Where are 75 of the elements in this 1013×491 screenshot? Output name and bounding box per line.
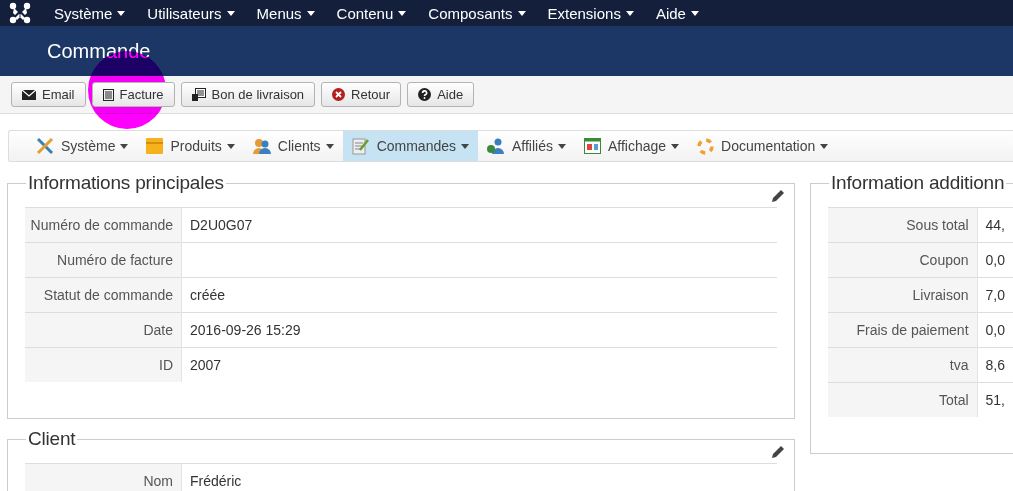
menu-item[interactable]: Utilisateurs	[136, 0, 246, 26]
field-value: 8,6	[985, 357, 1005, 373]
field-label: Numéro de commande	[25, 207, 182, 243]
field-label: Total	[828, 382, 978, 417]
pencil-icon[interactable]	[771, 189, 785, 203]
caret-icon	[325, 143, 334, 149]
field-value: 7,0	[985, 287, 1005, 303]
page-title: Commande	[47, 39, 151, 63]
field-label: Sous total	[828, 207, 978, 243]
panel-title: Information additionn	[830, 172, 1006, 194]
field-value: 0,0	[985, 322, 1005, 338]
submenu-tab[interactable]: Commandes	[342, 131, 478, 161]
panel-title: Client	[27, 428, 77, 450]
caret-icon	[120, 143, 129, 149]
caret-icon	[517, 10, 526, 16]
field-value: 2016-09-26 15:29	[190, 322, 301, 338]
caret-icon	[690, 10, 699, 16]
panel-title: Informations principales	[27, 172, 225, 194]
caret-icon	[306, 10, 315, 16]
envelope-icon	[22, 89, 36, 100]
toolbar-button[interactable]: Bon de livraison	[180, 82, 316, 107]
caret-icon	[671, 143, 680, 149]
field-label: Livraison	[828, 277, 978, 313]
field-label: tva	[828, 347, 978, 383]
field-value: 2007	[190, 357, 222, 373]
caret-icon	[558, 143, 566, 149]
logo-icon[interactable]	[9, 2, 31, 24]
field-label: Statut de commande	[25, 277, 182, 313]
users-icon	[252, 138, 271, 154]
field-label: Frais de paiement	[828, 312, 978, 348]
caret-icon	[117, 10, 126, 16]
pencil-icon[interactable]	[771, 445, 785, 459]
caret-icon	[226, 143, 235, 149]
document-icon	[102, 88, 114, 101]
document-pen-icon	[351, 137, 370, 155]
caret-icon	[226, 10, 235, 16]
lifebuoy-icon	[697, 137, 715, 155]
submenu-tab[interactable]: Affichage	[575, 131, 689, 161]
submenu-tab[interactable]: Affiliés	[478, 131, 575, 161]
caret-icon	[461, 143, 469, 149]
field-value: Frédéric	[190, 473, 242, 489]
caret-icon	[398, 10, 407, 16]
field-value: 0,0	[985, 252, 1005, 268]
field-label: ID	[25, 347, 182, 382]
toolbar-button[interactable]: Email	[11, 82, 86, 107]
submenu-tab[interactable]: Clients	[243, 131, 343, 161]
menu-item[interactable]: Composants	[417, 0, 537, 26]
field-label: Coupon	[828, 242, 978, 278]
menu-item[interactable]: Système	[43, 0, 137, 26]
toolbar-button[interactable]: Retour	[321, 82, 402, 107]
caret-icon	[820, 143, 829, 149]
cancel-icon	[332, 88, 346, 101]
submenu-tab[interactable]: Produits	[137, 131, 244, 161]
toolbar-button[interactable]: Aide	[407, 82, 475, 107]
field-label: Date	[25, 312, 182, 348]
users-coin-icon	[487, 138, 505, 154]
field-value: 51,	[985, 392, 1005, 408]
toolbar-button[interactable]: Facture	[91, 82, 175, 107]
caret-icon	[625, 10, 634, 16]
window-icon	[584, 138, 601, 154]
menu-item[interactable]: Menus	[245, 0, 326, 26]
tools-icon	[36, 137, 54, 155]
documents-icon	[191, 88, 206, 101]
field-value: 44,	[985, 217, 1005, 233]
help-icon	[418, 88, 432, 101]
field-value: D2U0G07	[190, 217, 253, 233]
field-label: Numéro de facture	[25, 242, 182, 278]
field-label: Nom	[25, 463, 182, 491]
box-icon	[146, 138, 164, 154]
menu-item[interactable]: Extensions	[536, 0, 645, 26]
submenu-tab[interactable]: Système	[27, 131, 138, 161]
field-value: créée	[190, 287, 226, 303]
menu-item[interactable]: Contenu	[325, 0, 418, 26]
menu-item[interactable]: Aide	[644, 0, 710, 26]
submenu-tab[interactable]: Documentation	[688, 131, 838, 161]
